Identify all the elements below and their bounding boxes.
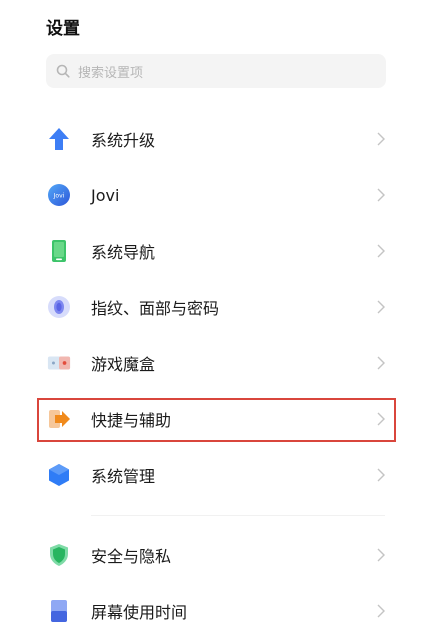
- game-box-icon: [47, 351, 71, 375]
- upgrade-arrow-icon: [47, 127, 71, 151]
- chevron-right-icon: [377, 188, 385, 202]
- chevron-right-icon: [377, 244, 385, 258]
- screen-time-icon: [47, 599, 71, 623]
- settings-item-label: 游戏魔盒: [91, 355, 156, 374]
- search-input[interactable]: 搜索设置项: [78, 62, 143, 81]
- chevron-right-icon: [377, 548, 385, 562]
- chevron-right-icon: [377, 468, 385, 482]
- settings-item-jovi[interactable]: Jovi Jovi: [0, 167, 425, 223]
- settings-item-fingerprint-face-password[interactable]: 指纹、面部与密码: [0, 279, 425, 335]
- settings-item-label: 快捷与辅助: [91, 411, 172, 430]
- chevron-right-icon: [377, 412, 385, 426]
- settings-item-label: 安全与隐私: [91, 547, 172, 566]
- chevron-right-icon: [377, 356, 385, 370]
- settings-item-screen-time[interactable]: 屏幕使用时间: [0, 583, 425, 639]
- settings-item-system-navigation[interactable]: 系统导航: [0, 223, 425, 279]
- settings-item-label: 系统升级: [91, 131, 156, 150]
- settings-item-shortcuts-accessibility[interactable]: 快捷与辅助: [0, 391, 425, 447]
- page-title: 设置: [46, 19, 80, 39]
- chevron-right-icon: [377, 604, 385, 618]
- fingerprint-icon: [47, 295, 71, 319]
- chevron-right-icon: [377, 300, 385, 314]
- settings-item-label: 指纹、面部与密码: [91, 299, 220, 318]
- settings-item-label: 屏幕使用时间: [91, 603, 188, 622]
- settings-item-label: 系统管理: [91, 467, 156, 486]
- settings-item-label: 系统导航: [91, 243, 156, 262]
- security-shield-icon: [47, 543, 71, 567]
- settings-item-label: Jovi: [91, 185, 120, 205]
- system-hexagon-icon: [47, 463, 71, 487]
- shortcut-arrow-icon: [47, 407, 71, 431]
- chevron-right-icon: [377, 132, 385, 146]
- settings-item-system-upgrade[interactable]: 系统升级: [0, 111, 425, 167]
- svg-text:Jovi: Jovi: [53, 193, 65, 200]
- jovi-icon: Jovi: [47, 183, 71, 207]
- settings-item-system-management[interactable]: 系统管理: [0, 447, 425, 503]
- search-bar[interactable]: 搜索设置项: [46, 54, 386, 88]
- settings-item-game-box[interactable]: 游戏魔盒: [0, 335, 425, 391]
- settings-list: 系统升级 Jovi Jovi 系统导航 指纹、面部与密码 游戏魔盒 快捷与辅助 …: [0, 111, 425, 639]
- section-divider: [0, 503, 425, 527]
- settings-item-security-privacy[interactable]: 安全与隐私: [0, 527, 425, 583]
- navigation-phone-icon: [47, 239, 71, 263]
- search-icon: [56, 64, 70, 78]
